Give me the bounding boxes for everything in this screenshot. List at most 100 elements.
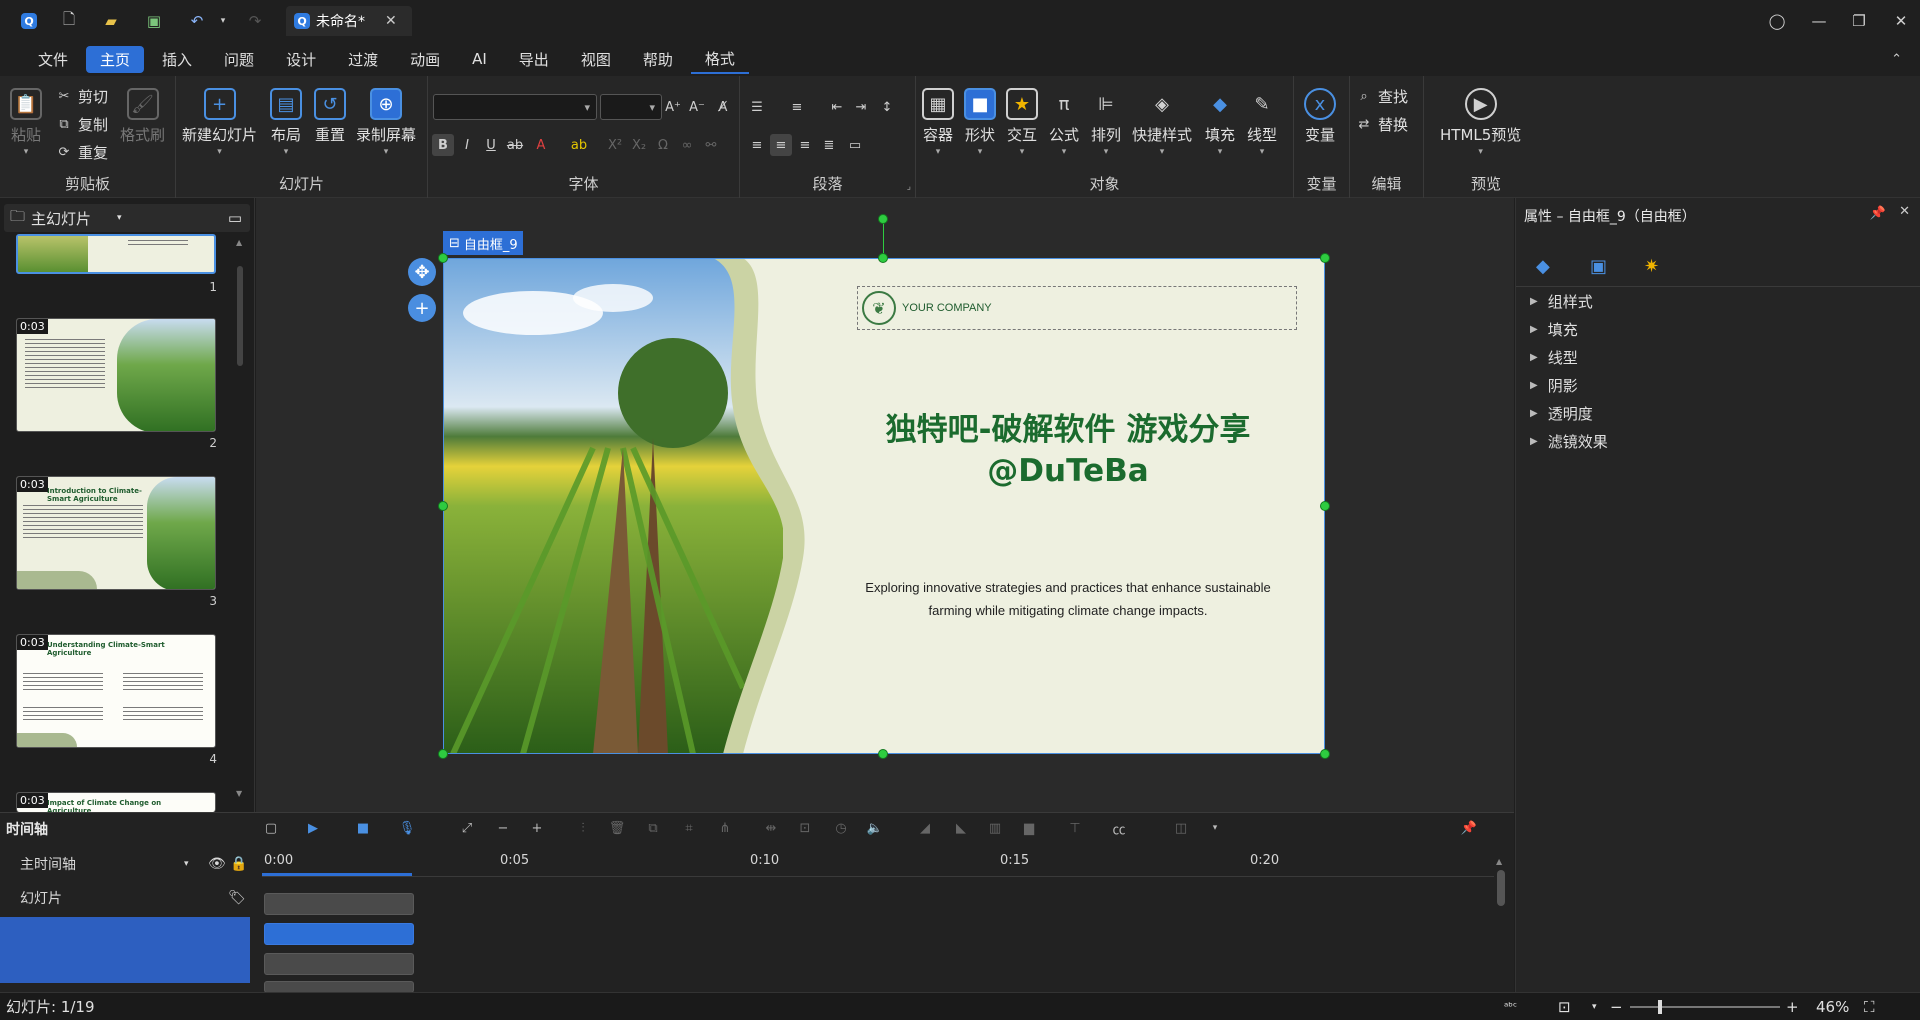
line-spacing-icon[interactable]: ↕ xyxy=(876,96,898,118)
replace-button[interactable]: ⇄ 替换 xyxy=(1356,114,1408,135)
slide-view-icon[interactable]: ▭ xyxy=(228,209,242,227)
paragraph-launcher-icon[interactable]: ⌟ xyxy=(907,182,911,192)
bold-icon[interactable]: B xyxy=(432,134,454,156)
prop-shadow[interactable]: ▶ 阴影 xyxy=(1530,375,1578,396)
numbering-icon[interactable]: ≡ xyxy=(786,96,808,118)
highlight-icon[interactable]: ab xyxy=(568,134,590,156)
user-icon[interactable]: ◯ xyxy=(1766,10,1788,32)
interact-button[interactable]: ★ 交互 ▾ xyxy=(1006,88,1038,157)
formula-button[interactable]: π 公式 ▾ xyxy=(1048,88,1080,158)
timeline-scroll-thumb[interactable] xyxy=(1497,870,1505,906)
more-dropdown-icon[interactable]: ▾ xyxy=(1206,819,1224,837)
new-file-icon[interactable]: 🗋 xyxy=(58,10,80,32)
play-timeline-icon[interactable]: ▶ xyxy=(304,819,322,837)
layout-button[interactable]: ▤ 布局 ▾ xyxy=(270,88,302,157)
company-box[interactable]: ❦ YOUR COMPANY xyxy=(857,286,1297,330)
new-slide-button[interactable]: + 新建幻灯片 ▾ xyxy=(182,88,257,157)
resize-handle-n[interactable] xyxy=(878,253,888,263)
record-screen-button[interactable]: ⊕ 录制屏幕 ▾ xyxy=(356,88,416,157)
menu-animation[interactable]: 动画 xyxy=(396,46,454,73)
slide-panel-scrollbar[interactable]: ▲ ▼ xyxy=(236,238,244,798)
timeline-ruler[interactable]: 0:00 0:05 0:10 0:15 0:20 xyxy=(262,849,1494,877)
fit-slide-icon[interactable]: ⊡ xyxy=(1558,998,1571,1016)
resize-handle-ne[interactable] xyxy=(1320,253,1330,263)
eye-icon[interactable]: 👁 xyxy=(208,856,226,872)
add-icon[interactable]: + xyxy=(408,294,436,322)
microphone-icon[interactable]: 🎙 xyxy=(398,819,416,837)
fit-window-icon[interactable]: ⛶ xyxy=(1864,998,1875,1016)
open-folder-icon[interactable]: ▰ xyxy=(100,10,122,32)
resize-handle-s[interactable] xyxy=(878,749,888,759)
prop-line[interactable]: ▶ 线型 xyxy=(1530,347,1578,368)
collapse-ribbon-icon[interactable]: ⌃ xyxy=(1891,52,1902,67)
menu-export[interactable]: 导出 xyxy=(505,46,563,73)
fill-button[interactable]: ◆ 填充 ▾ xyxy=(1204,88,1236,158)
prop-group-style[interactable]: ▶ 组样式 xyxy=(1530,291,1593,312)
chevron-down-icon[interactable]: ▾ xyxy=(1592,1002,1597,1012)
shape-button[interactable]: ■ 形状 ▾ xyxy=(964,88,996,157)
zoom-slider[interactable] xyxy=(1630,1000,1780,1014)
resize-handle-w[interactable] xyxy=(438,501,448,511)
slide-thumbnail-4[interactable]: Understanding Climate-Smart Agriculture … xyxy=(16,634,216,748)
line-button[interactable]: ✎ 线型 ▾ xyxy=(1246,88,1278,158)
zoom-in-status-icon[interactable]: + xyxy=(1786,998,1799,1016)
menu-file[interactable]: 文件 xyxy=(24,46,82,73)
align-left-icon[interactable]: ≡ xyxy=(746,134,768,156)
effects-tab-icon[interactable]: ✷ xyxy=(1644,256,1659,277)
lock-icon[interactable]: 🔒 xyxy=(230,856,247,872)
save-icon[interactable]: ▣ xyxy=(143,10,165,32)
main-timeline-row[interactable]: 主时间轴 ▾ 👁 🔒 xyxy=(0,849,250,879)
minimize-icon[interactable]: — xyxy=(1808,10,1830,32)
pin-icon[interactable]: 📌 xyxy=(1870,206,1886,221)
restore-icon[interactable]: ❐ xyxy=(1848,10,1870,32)
underline-icon[interactable]: U xyxy=(480,134,502,156)
menu-view[interactable]: 视图 xyxy=(567,46,625,73)
menu-transition[interactable]: 过渡 xyxy=(334,46,392,73)
font-family-select[interactable]: ▾ xyxy=(433,94,597,120)
menu-home[interactable]: 主页 xyxy=(86,45,145,73)
shrink-font-icon[interactable]: A⁻ xyxy=(686,96,708,118)
variable-button[interactable]: x 变量 xyxy=(1304,88,1336,145)
undo-icon[interactable]: ↶ xyxy=(186,10,208,32)
resize-handle-nw[interactable] xyxy=(438,253,448,263)
zoom-slider-thumb[interactable] xyxy=(1658,1000,1662,1014)
repeat-button[interactable]: ⟳ 重复 xyxy=(56,142,108,163)
font-size-select[interactable]: ▾ xyxy=(600,94,662,120)
container-button[interactable]: ▦ 容器 ▾ xyxy=(922,88,954,157)
scroll-up-icon[interactable]: ▲ xyxy=(236,238,242,247)
close-window-icon[interactable]: ✕ xyxy=(1890,10,1912,32)
track-bar-1[interactable] xyxy=(264,893,414,915)
stop-icon[interactable]: ■ xyxy=(354,819,372,837)
bullets-icon[interactable]: ☰ xyxy=(746,96,768,118)
prop-transparency[interactable]: ▶ 透明度 xyxy=(1530,403,1593,424)
font-color-icon[interactable]: A xyxy=(530,134,552,156)
chevron-down-icon[interactable]: ▾ xyxy=(184,859,189,869)
italic-icon[interactable]: I xyxy=(456,134,478,156)
track-bar-3[interactable] xyxy=(264,953,414,975)
menu-help[interactable]: 帮助 xyxy=(629,46,687,73)
caption-icon[interactable]: ㏄ xyxy=(1110,819,1128,838)
decrease-indent-icon[interactable]: ⇤ xyxy=(826,96,848,118)
menu-format[interactable]: 格式 xyxy=(690,45,749,74)
slide-track-row[interactable]: 幻灯片 🏷 xyxy=(0,883,250,913)
track-bar-selected[interactable] xyxy=(264,923,414,945)
quick-style-button[interactable]: ◈ 快捷样式 ▾ xyxy=(1132,88,1192,158)
strikethrough-icon[interactable]: ab xyxy=(504,134,526,156)
justify-icon[interactable]: ≣ xyxy=(818,134,840,156)
grow-font-icon[interactable]: A⁺ xyxy=(662,96,684,118)
menu-ai[interactable]: AI xyxy=(458,47,501,71)
copy-button[interactable]: ⧉ 复制 xyxy=(56,114,108,135)
slide-thumbnail-5[interactable]: Impact of Climate Change on Agriculture … xyxy=(16,792,216,812)
fill-tab-icon[interactable]: ◆ xyxy=(1536,256,1550,277)
scroll-up-icon[interactable]: ▲ xyxy=(1496,857,1506,866)
align-center-icon[interactable]: ≡ xyxy=(770,134,792,156)
zoom-out-icon[interactable]: − xyxy=(494,819,512,837)
spellcheck-icon[interactable]: ᵃᵇᶜ xyxy=(1504,1000,1517,1013)
prop-filter-effects[interactable]: ▶ 滤镜效果 xyxy=(1530,431,1608,452)
menu-question[interactable]: 问题 xyxy=(210,46,268,73)
prop-fill[interactable]: ▶ 填充 xyxy=(1530,319,1578,340)
expand-icon[interactable]: ⤢ xyxy=(458,819,476,837)
resize-handle-sw[interactable] xyxy=(438,749,448,759)
timeline-pin-icon[interactable]: 📌 xyxy=(1460,819,1478,837)
zoom-out-status-icon[interactable]: − xyxy=(1610,998,1623,1016)
